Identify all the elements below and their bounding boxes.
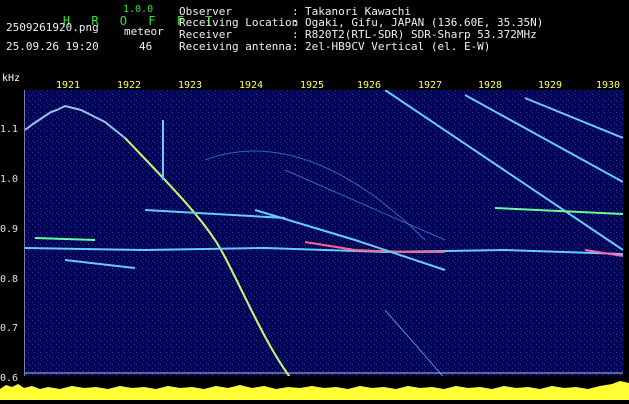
spectrogram-canvas bbox=[25, 90, 623, 376]
y-tick-label: 0.8 bbox=[0, 274, 19, 285]
info-sep: : bbox=[292, 40, 299, 53]
y-tick-label: 0.7 bbox=[0, 323, 19, 334]
spectrogram-area: kHz 1921 1922 1923 1924 1925 1926 1927 1… bbox=[0, 73, 629, 400]
info-label-antenna: Receiving antenna bbox=[179, 40, 292, 53]
filename-text: 2509261920.png bbox=[6, 21, 99, 34]
y-tick-label: 1.0 bbox=[0, 174, 19, 185]
y-tick-label: 1.1 bbox=[0, 124, 19, 135]
y-tick-label: 0.9 bbox=[0, 224, 19, 235]
datetime-text: 25.09.26 19:20 bbox=[6, 40, 99, 53]
info-value-antenna: 2el-HB9CV Vertical (el. E-W) bbox=[305, 40, 491, 53]
meteor-counter-value: 46 bbox=[139, 40, 153, 53]
meteor-counter-label: meteor bbox=[124, 25, 164, 38]
y-unit-label: kHz bbox=[2, 73, 21, 84]
spectrogram-plot bbox=[24, 90, 623, 376]
signal-level-bar bbox=[0, 381, 629, 400]
signal-level-canvas bbox=[0, 381, 629, 400]
app-version: 1.0.0 bbox=[123, 4, 154, 15]
header-panel: H R O F F T 1.0.0 2509261920.png 25.09.2… bbox=[0, 0, 629, 70]
